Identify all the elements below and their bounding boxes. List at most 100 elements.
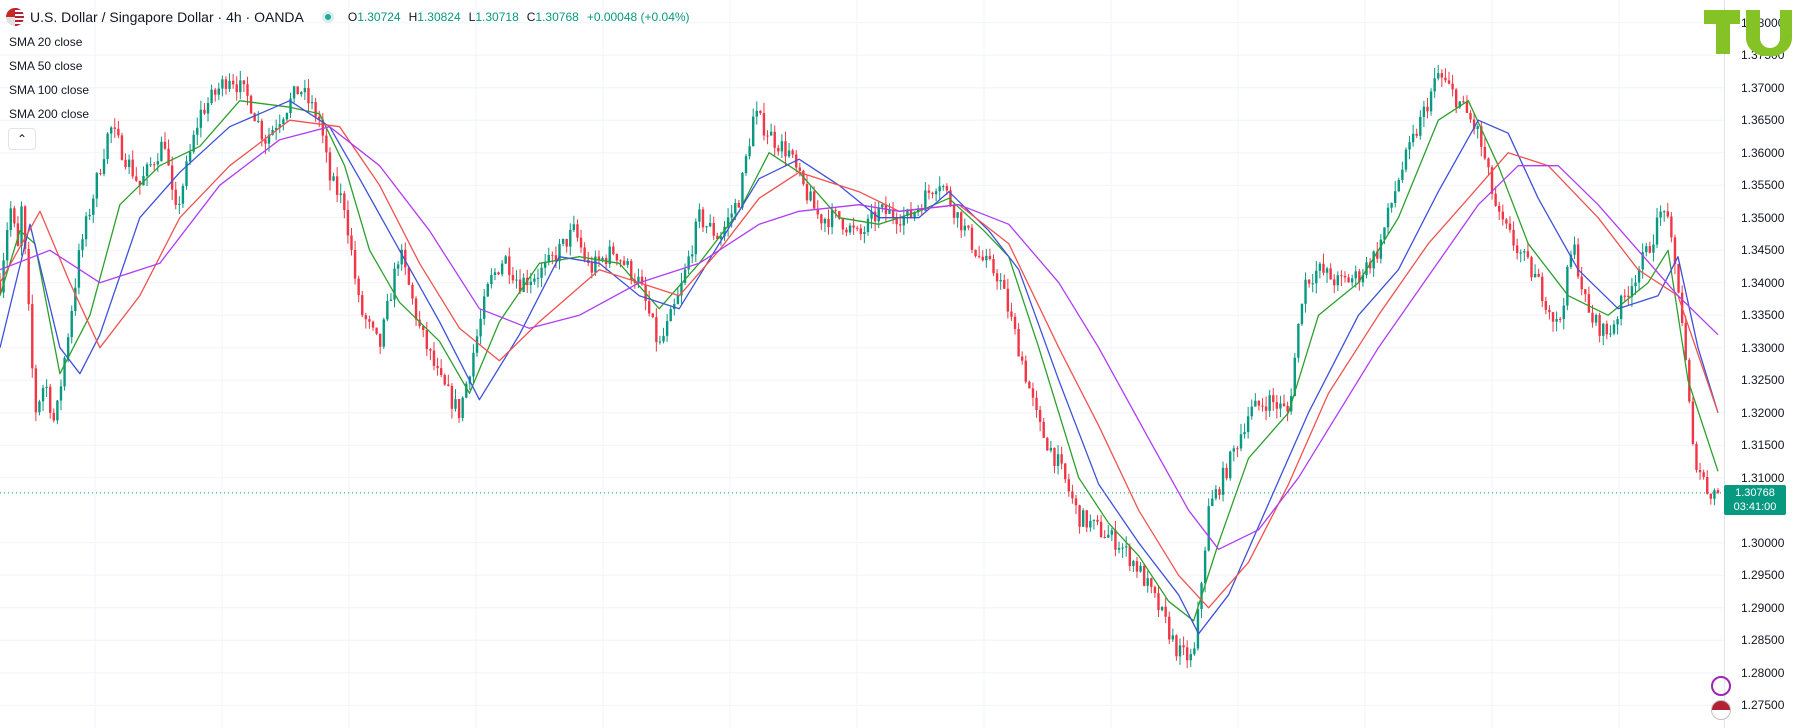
candle [780,134,784,158]
candle [1566,264,1569,311]
candle [705,225,708,234]
candle [120,132,124,161]
us-calendar-flag-icon[interactable] [1711,700,1731,720]
candle [1609,325,1612,338]
candle [1533,264,1537,278]
candle [1160,606,1164,612]
low-value: 1.30718 [475,10,519,24]
candle [343,190,346,219]
candle [888,203,891,214]
candle [1193,642,1196,656]
candle [712,216,715,241]
candle [1706,470,1709,495]
candle [292,85,296,103]
price-chart[interactable] [0,0,1724,728]
candle [1257,400,1261,411]
candle [1157,585,1160,617]
price-tick-label: 1.29500 [1741,568,1785,583]
candle [1469,110,1472,123]
candle [1336,271,1340,291]
candle [845,227,848,237]
candle [357,275,360,303]
candle [1555,311,1558,332]
candle [9,201,12,237]
candle [579,229,583,253]
candle [748,138,751,160]
candle [1562,297,1565,330]
candle [1451,74,1454,97]
symbol-title[interactable]: U.S. Dollar / Singapore Dollar · 4h · OA… [30,9,304,25]
candle [117,120,120,139]
change-value: +0.00048 (+0.04%) [586,10,690,24]
chart-area[interactable] [0,0,1724,728]
candle [203,103,206,115]
candle [113,118,116,139]
price-tick-label: 1.34000 [1741,275,1785,290]
candle [931,191,934,199]
sma-line-3[interactable] [0,119,1719,609]
candle [1594,313,1598,326]
candle [439,359,443,377]
sma-line-4[interactable] [0,126,1719,550]
candle [1010,302,1013,321]
tradingview-logo-icon[interactable] [1704,10,1792,56]
candle [307,79,310,114]
candle [676,288,680,305]
candle [411,282,414,305]
candle [1092,519,1096,530]
indicator-sma100[interactable]: SMA 100 close [9,82,89,106]
high-value: 1.30824 [417,10,461,24]
candle [949,186,952,208]
candle [371,320,375,331]
candle [1447,71,1451,85]
candle [429,347,432,361]
candle [651,313,654,319]
candle [895,212,898,234]
candle [1576,238,1580,279]
candle [977,246,981,259]
candle [1630,277,1634,307]
price-tick-label: 1.30000 [1741,535,1785,550]
candle [999,272,1002,290]
candle [838,211,841,220]
candle [737,199,741,208]
collapse-legend-button[interactable]: ⌃ [8,128,36,150]
indicator-sma200[interactable]: SMA 200 close [9,106,89,130]
sma-line-2[interactable] [0,100,1719,635]
candle [1709,493,1713,505]
candle [95,171,99,208]
candle [310,95,314,110]
candle [536,268,540,288]
candle [1207,498,1210,552]
candle [497,271,500,276]
candle [332,172,335,182]
lightning-alert-icon[interactable] [1711,676,1731,696]
candle [1121,543,1124,558]
candle [45,379,48,397]
candle [1652,234,1655,262]
candle [1523,249,1526,262]
candle [339,183,342,204]
candle [20,201,23,256]
price-tick-label: 1.28000 [1741,665,1785,680]
candle [1340,270,1343,287]
candle [1178,638,1182,665]
indicator-sma50[interactable]: SMA 50 close [9,58,89,82]
market-open-status-icon [321,11,334,23]
candle [891,201,895,225]
candle [726,208,730,237]
candle [1558,316,1562,323]
candle [1074,494,1078,515]
candle [325,126,328,163]
candle [1053,447,1056,474]
candle [1225,463,1228,481]
indicator-sma20[interactable]: SMA 20 close [9,34,89,58]
candle [859,224,862,241]
candle [1411,124,1415,147]
candle [353,240,357,285]
candle [1498,201,1501,220]
candle [493,268,497,281]
price-axis[interactable]: 1.380001.375001.370001.365001.360001.355… [1724,0,1800,728]
candle [1655,207,1659,249]
price-tick-label: 1.36000 [1741,145,1785,160]
